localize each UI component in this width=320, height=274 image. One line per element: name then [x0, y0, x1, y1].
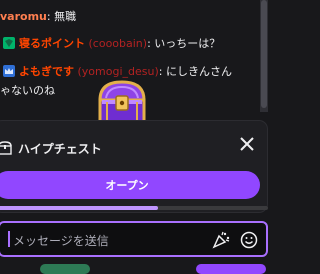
chat-message: varomu: 無職	[0, 10, 76, 24]
shield-badge-icon[interactable]	[3, 37, 15, 49]
hype-chest-title: ハイプチェスト	[18, 142, 102, 156]
hype-chest-progress-fill	[0, 206, 159, 210]
hype-chest-panel: ハイプチェスト オープン	[0, 121, 268, 212]
chat-input[interactable]: メッセージを送信	[0, 221, 268, 257]
party-popper-icon[interactable]	[212, 231, 230, 249]
chat-username[interactable]: varomu	[0, 10, 47, 23]
chat-text: 無職	[54, 10, 77, 23]
chat-separator: :	[158, 65, 166, 78]
chat-username[interactable]: 寝るポイント	[19, 37, 85, 50]
chat-login: (cooobain)	[88, 37, 148, 50]
chat-message: 寝るポイント (cooobain): いっちーは？	[3, 37, 220, 51]
hype-chest-progress	[0, 206, 268, 210]
chat-text: にしきんさん	[165, 65, 232, 78]
close-icon[interactable]	[235, 132, 259, 156]
chat-text-continued: ゃないのね	[0, 84, 55, 97]
open-chest-button[interactable]: オープン	[0, 171, 260, 199]
scrollbar-thumb[interactable]	[261, 0, 267, 108]
channel-points-button[interactable]	[40, 264, 90, 274]
chat-input-placeholder: メッセージを送信	[13, 234, 109, 248]
hype-chest-icon	[0, 141, 12, 155]
emote-picker-icon[interactable]	[240, 231, 258, 249]
chat-text: いっちーは？	[154, 37, 221, 50]
chat-scrollbar[interactable]	[260, 0, 268, 112]
chat-send-button[interactable]	[196, 264, 266, 274]
input-caret	[8, 231, 10, 247]
chat-username[interactable]: よもぎです	[19, 65, 74, 78]
crown-badge-icon[interactable]	[3, 65, 15, 77]
chat-separator: :	[46, 10, 55, 23]
